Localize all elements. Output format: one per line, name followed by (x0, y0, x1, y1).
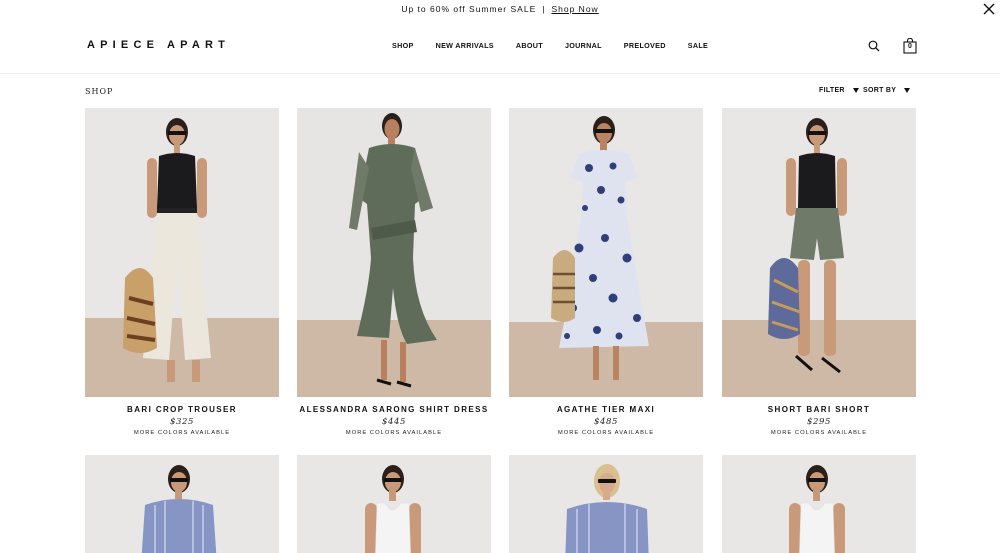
shop-now-link[interactable]: Shop Now (551, 4, 598, 14)
product-name[interactable]: ALESSANDRA SARONG SHIRT DRESS (297, 405, 491, 414)
search-icon[interactable] (868, 40, 880, 52)
product-card[interactable]: ALESSANDRA SARONG SHIRT DRESS $445 MORE … (297, 108, 491, 436)
product-price: $485 (593, 417, 619, 427)
nav-about[interactable]: ABOUT (516, 41, 543, 50)
product-image[interactable] (722, 455, 916, 553)
sort-button[interactable]: SORT BY (863, 87, 911, 94)
nav-new-arrivals[interactable]: NEW ARRIVALS (436, 41, 494, 50)
model-photo-white-tank (297, 455, 491, 553)
nav-shop[interactable]: SHOP (392, 41, 414, 50)
nav-sale[interactable]: SALE (688, 41, 708, 50)
product-card[interactable] (297, 455, 491, 553)
brand-logo[interactable]: APIECE APART (87, 39, 230, 51)
page-title: SHOP (85, 87, 114, 96)
product-image[interactable] (722, 108, 916, 397)
product-card[interactable]: SHORT BARI SHORT $295 MORE COLORS AVAILA… (722, 108, 916, 436)
product-price: $445 (381, 417, 407, 427)
product-price: $325 (169, 417, 195, 427)
model-photo-maxi (509, 108, 703, 397)
product-card[interactable] (509, 455, 703, 553)
filter-button[interactable]: FILTER (819, 87, 859, 94)
close-icon[interactable] (982, 2, 996, 16)
sort-label: SORT BY (863, 87, 897, 94)
cart-button[interactable]: 0 (903, 38, 917, 54)
more-colors-label: MORE COLORS AVAILABLE (133, 430, 231, 436)
product-image[interactable] (85, 455, 279, 553)
model-photo-blue-blouse (509, 455, 703, 553)
product-image[interactable] (297, 108, 491, 397)
model-photo-trouser (85, 108, 279, 397)
caret-down-icon (904, 88, 911, 93)
product-card[interactable] (722, 455, 916, 553)
product-card[interactable] (85, 455, 279, 553)
site-header: APIECE APART SHOP NEW ARRIVALS ABOUT JOU… (0, 28, 1000, 74)
more-colors-label: MORE COLORS AVAILABLE (557, 430, 655, 436)
more-colors-label: MORE COLORS AVAILABLE (770, 430, 868, 436)
nav-preloved[interactable]: PRELOVED (624, 41, 666, 50)
cart-count: 0 (908, 43, 912, 50)
model-photo-dress (297, 108, 491, 397)
promo-banner: Up to 60% off Summer SALE | Shop Now (0, 0, 1000, 18)
promo-text: Up to 60% off Summer SALE (401, 4, 537, 14)
model-photo-striped-top (85, 455, 279, 553)
product-card[interactable]: AGATHE TIER MAXI $485 MORE COLORS AVAILA… (509, 108, 703, 436)
product-image[interactable] (509, 108, 703, 397)
product-price: $295 (806, 417, 832, 427)
product-image[interactable] (509, 455, 703, 553)
model-photo-short (722, 108, 916, 397)
more-colors-label: MORE COLORS AVAILABLE (345, 430, 443, 436)
model-photo-white-tank-2 (722, 455, 916, 553)
product-image[interactable] (297, 455, 491, 553)
promo-separator: | (542, 4, 546, 14)
product-name[interactable]: BARI CROP TROUSER (85, 405, 279, 414)
filter-label: FILTER (819, 87, 845, 94)
product-name[interactable]: SHORT BARI SHORT (722, 405, 916, 414)
nav-journal[interactable]: JOURNAL (565, 41, 602, 50)
caret-down-icon (852, 88, 859, 93)
main-nav: SHOP NEW ARRIVALS ABOUT JOURNAL PRELOVED… (392, 41, 708, 50)
product-card[interactable]: BARI CROP TROUSER $325 MORE COLORS AVAIL… (85, 108, 279, 436)
product-image[interactable] (85, 108, 279, 397)
product-name[interactable]: AGATHE TIER MAXI (509, 405, 703, 414)
